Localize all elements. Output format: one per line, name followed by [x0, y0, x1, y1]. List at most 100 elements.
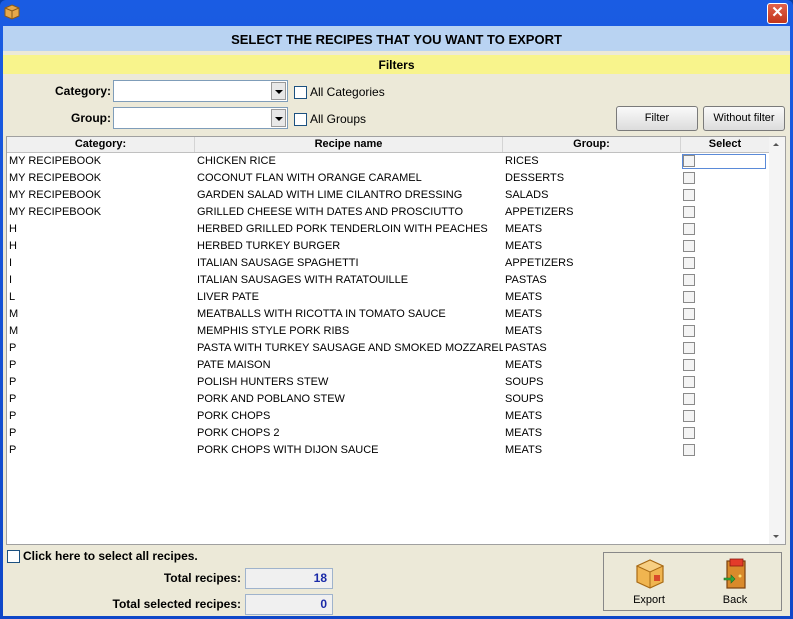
row-select-checkbox[interactable]: [683, 427, 695, 439]
row-recipe-name: HERBED GRILLED PORK TENDERLOIN WITH PEAC…: [197, 223, 488, 235]
category-label: Category:: [54, 84, 111, 98]
column-header-category[interactable]: Category:: [7, 137, 195, 152]
table-row[interactable]: P PATE MAISON MEATS: [7, 357, 769, 374]
row-category: MY RECIPEBOOK: [9, 189, 102, 201]
row-category: P: [9, 393, 17, 405]
export-label: Export: [633, 594, 665, 606]
row-select-checkbox[interactable]: [683, 291, 695, 303]
row-select-checkbox[interactable]: [683, 274, 695, 286]
row-group: MEATS: [505, 427, 543, 439]
row-category: P: [9, 359, 17, 371]
row-recipe-name: PATE MAISON: [197, 359, 271, 371]
row-group: MEATS: [505, 410, 543, 422]
scroll-down-icon[interactable]: [773, 535, 779, 538]
row-group: MEATS: [505, 308, 543, 320]
row-select-checkbox[interactable]: [683, 376, 695, 388]
chevron-down-icon[interactable]: [271, 82, 286, 100]
row-select-checkbox[interactable]: [683, 172, 695, 184]
box-export-icon: [635, 559, 665, 589]
table-row[interactable]: H HERBED GRILLED PORK TENDERLOIN WITH PEA…: [7, 221, 769, 238]
row-group: RICES: [505, 155, 539, 167]
row-select-checkbox[interactable]: [683, 257, 695, 269]
row-select-checkbox[interactable]: [683, 342, 695, 354]
row-group: PASTAS: [505, 342, 547, 354]
page-title: SELECT THE RECIPES THAT YOU WANT TO EXPO…: [3, 26, 790, 51]
table-row[interactable]: P PASTA WITH TURKEY SAUSAGE AND SMOKED MO…: [7, 340, 769, 357]
table-row[interactable]: P PORK AND POBLANO STEW SOUPS: [7, 391, 769, 408]
all-categories-label: All Categories: [310, 85, 385, 99]
table-row[interactable]: P POLISH HUNTERS STEW SOUPS: [7, 374, 769, 391]
row-category: P: [9, 427, 17, 439]
row-recipe-name: ITALIAN SAUSAGES WITH RATATOUILLE: [197, 274, 409, 286]
table-row[interactable]: P PORK CHOPS 2 MEATS: [7, 425, 769, 442]
row-recipe-name: LIVER PATE: [197, 291, 259, 303]
filters-title: Filters: [3, 55, 790, 74]
all-categories-checkbox[interactable]: [294, 86, 307, 99]
row-recipe-name: GARDEN SALAD WITH LIME CILANTRO DRESSING: [197, 189, 463, 201]
without-filter-button[interactable]: Without filter: [703, 106, 785, 131]
group-combo[interactable]: [113, 107, 288, 129]
row-category: I: [9, 257, 13, 269]
table-row[interactable]: P PORK CHOPS WITH DIJON SAUCE MEATS: [7, 442, 769, 459]
row-category: P: [9, 410, 17, 422]
all-groups-checkbox[interactable]: [294, 113, 307, 126]
table-row[interactable]: M MEATBALLS WITH RICOTTA IN TOMATO SAUCE M…: [7, 306, 769, 323]
back-button[interactable]: Back: [695, 553, 775, 610]
back-label: Back: [722, 594, 748, 606]
table-row[interactable]: L LIVER PATE MEATS: [7, 289, 769, 306]
title-bar: ✕: [0, 0, 793, 26]
row-recipe-name: POLISH HUNTERS STEW: [197, 376, 329, 388]
table-row[interactable]: I ITALIAN SAUSAGES WITH RATATOUILLE PASTAS: [7, 272, 769, 289]
table-row[interactable]: P PORK CHOPS MEATS: [7, 408, 769, 425]
row-recipe-name: MEMPHIS STYLE PORK RIBS: [197, 325, 350, 337]
export-recipes-window: ✕ SELECT THE RECIPES THAT YOU WANT TO EX…: [0, 0, 793, 619]
column-header-recipe-name[interactable]: Recipe name: [195, 137, 503, 152]
category-combo[interactable]: [113, 80, 288, 102]
close-button[interactable]: ✕: [767, 3, 788, 24]
action-panel: Export Back: [603, 552, 782, 611]
row-group: MEATS: [505, 291, 543, 303]
chevron-down-icon[interactable]: [271, 109, 286, 127]
row-select-checkbox[interactable]: [683, 325, 695, 337]
row-select-checkbox[interactable]: [683, 240, 695, 252]
table-row[interactable]: MY RECIPEBOOK GARDEN SALAD WITH LIME CILA…: [7, 187, 769, 204]
column-header-select[interactable]: Select: [681, 137, 769, 152]
row-select-checkbox[interactable]: [683, 206, 695, 218]
row-group: SOUPS: [505, 393, 544, 405]
row-recipe-name: PORK CHOPS: [197, 410, 271, 422]
row-recipe-name: COCONUT FLAN WITH ORANGE CARAMEL: [197, 172, 422, 184]
row-select-checkbox[interactable]: [683, 359, 695, 371]
select-all-checkbox[interactable]: [7, 550, 20, 563]
row-recipe-name: PORK CHOPS WITH DIJON SAUCE: [197, 444, 379, 456]
row-recipe-name: PORK CHOPS 2: [197, 427, 280, 439]
row-category: H: [9, 223, 17, 235]
table-row[interactable]: I ITALIAN SAUSAGE SPAGHETTI APPETIZERS: [7, 255, 769, 272]
table-row[interactable]: M MEMPHIS STYLE PORK RIBS MEATS: [7, 323, 769, 340]
vertical-scrollbar[interactable]: [769, 137, 785, 544]
grid-header: Category: Recipe name Group: Select: [7, 137, 769, 153]
row-select-checkbox[interactable]: [683, 308, 695, 320]
scroll-up-icon[interactable]: [773, 143, 779, 146]
total-selected-label: Total selected recipes:: [112, 597, 242, 611]
row-category: M: [9, 308, 19, 320]
table-row[interactable]: MY RECIPEBOOK COCONUT FLAN WITH ORANGE CA…: [7, 170, 769, 187]
export-button[interactable]: Export: [609, 553, 689, 610]
row-group: MEATS: [505, 223, 543, 235]
row-select-checkbox[interactable]: [683, 189, 695, 201]
table-row[interactable]: MY RECIPEBOOK GRILLED CHEESE WITH DATES A…: [7, 204, 769, 221]
row-select-checkbox[interactable]: [683, 410, 695, 422]
row-select-checkbox[interactable]: [683, 393, 695, 405]
filter-button[interactable]: Filter: [616, 106, 698, 131]
table-row[interactable]: H HERBED TURKEY BURGER MEATS: [7, 238, 769, 255]
row-group: MEATS: [505, 240, 543, 252]
select-all-label: Click here to select all recipes.: [23, 549, 198, 563]
row-select-checkbox[interactable]: [683, 223, 695, 235]
dialog-body: SELECT THE RECIPES THAT YOU WANT TO EXPO…: [3, 26, 790, 616]
row-group: APPETIZERS: [505, 257, 574, 269]
row-category: MY RECIPEBOOK: [9, 206, 102, 218]
table-row[interactable]: MY RECIPEBOOK CHICKEN RICE RICES: [7, 153, 769, 170]
row-select-checkbox[interactable]: [683, 444, 695, 456]
row-category: P: [9, 342, 17, 354]
box-icon: [4, 4, 20, 20]
column-header-group[interactable]: Group:: [503, 137, 681, 152]
